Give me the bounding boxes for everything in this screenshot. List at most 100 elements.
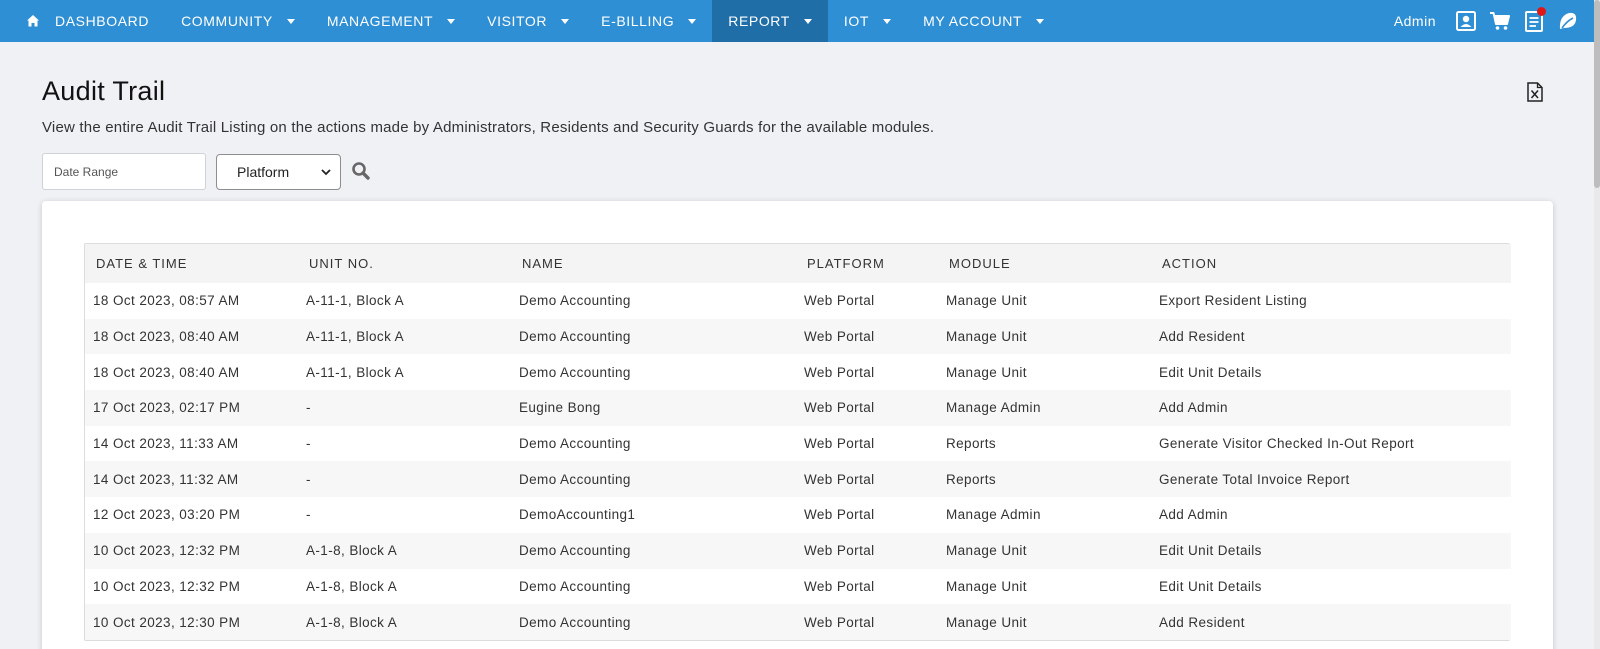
cell-platform: Web Portal bbox=[796, 354, 938, 391]
search-button[interactable] bbox=[351, 161, 371, 181]
cell-platform: Web Portal bbox=[796, 461, 938, 498]
cell-platform: Web Portal bbox=[796, 283, 938, 319]
cell-platform: Web Portal bbox=[796, 497, 938, 533]
nav-item-iot[interactable]: IOT bbox=[828, 0, 907, 42]
cell-module: Manage Admin bbox=[938, 497, 1151, 533]
table-row: 17 Oct 2023, 02:17 PM - Eugine Bong Web … bbox=[85, 390, 1511, 426]
nav-item-label: DASHBOARD bbox=[55, 13, 150, 29]
table-row: 18 Oct 2023, 08:40 AM A-11-1, Block A De… bbox=[85, 318, 1511, 355]
cell-action: Generate Visitor Checked In-Out Report bbox=[1151, 425, 1511, 462]
nav-item-e-billing[interactable]: E-BILLING bbox=[585, 0, 712, 42]
caret-down-icon bbox=[447, 18, 456, 24]
cell-name: Eugine Bong bbox=[511, 390, 796, 426]
table-row: 10 Oct 2023, 12:30 PM A-1-8, Block A Dem… bbox=[85, 604, 1511, 640]
cell-date-time: 18 Oct 2023, 08:57 AM bbox=[85, 283, 298, 319]
page-description: View the entire Audit Trail Listing on t… bbox=[42, 119, 935, 136]
cell-unit-no: - bbox=[298, 390, 511, 426]
cell-platform: Web Portal bbox=[796, 318, 938, 355]
nav-item-management[interactable]: MANAGEMENT bbox=[311, 0, 471, 42]
notification-dot bbox=[1537, 7, 1546, 16]
nav-right: Admin bbox=[1394, 0, 1594, 42]
table-row: 10 Oct 2023, 12:32 PM A-1-8, Block A Dem… bbox=[85, 568, 1511, 605]
table-header-row: DATE & TIME UNIT NO. NAME PLATFORM MODUL… bbox=[85, 244, 1511, 283]
column-header-date-time[interactable]: DATE & TIME bbox=[85, 244, 298, 283]
cell-unit-no: A-11-1, Block A bbox=[298, 318, 511, 355]
cell-date-time: 10 Oct 2023, 12:32 PM bbox=[85, 532, 298, 569]
cell-unit-no: - bbox=[298, 497, 511, 533]
cell-action: Edit Unit Details bbox=[1151, 532, 1511, 569]
caret-down-icon bbox=[883, 18, 892, 24]
caret-down-icon bbox=[803, 18, 812, 24]
cell-module: Manage Unit bbox=[938, 604, 1151, 640]
cell-name: Demo Accounting bbox=[511, 283, 796, 319]
cell-date-time: 10 Oct 2023, 12:32 PM bbox=[85, 568, 298, 605]
cell-name: Demo Accounting bbox=[511, 461, 796, 498]
nav-item-dashboard[interactable]: DASHBOARD bbox=[0, 0, 165, 42]
cell-name: Demo Accounting bbox=[511, 532, 796, 569]
column-header-platform[interactable]: PLATFORM bbox=[796, 244, 938, 283]
audit-table: DATE & TIME UNIT NO. NAME PLATFORM MODUL… bbox=[85, 244, 1511, 640]
top-nav: DASHBOARD COMMUNITY MANAGEMENT VISITOR E… bbox=[0, 0, 1594, 42]
table-row: 14 Oct 2023, 11:32 AM - Demo Accounting … bbox=[85, 461, 1511, 498]
cell-unit-no: - bbox=[298, 461, 511, 498]
cell-date-time: 10 Oct 2023, 12:30 PM bbox=[85, 604, 298, 640]
nav-item-visitor[interactable]: VISITOR bbox=[471, 0, 585, 42]
cell-date-time: 14 Oct 2023, 11:32 AM bbox=[85, 461, 298, 498]
home-icon bbox=[27, 15, 39, 27]
table-row: 14 Oct 2023, 11:33 AM - Demo Accounting … bbox=[85, 425, 1511, 462]
cell-platform: Web Portal bbox=[796, 532, 938, 569]
cell-name: DemoAccounting1 bbox=[511, 497, 796, 533]
caret-down-icon bbox=[1036, 18, 1045, 24]
nav-item-label: MY ACCOUNT bbox=[923, 13, 1023, 29]
cell-date-time: 18 Oct 2023, 08:40 AM bbox=[85, 318, 298, 355]
caret-down-icon bbox=[688, 18, 697, 24]
date-range-input[interactable] bbox=[42, 153, 206, 190]
cell-platform: Web Portal bbox=[796, 425, 938, 462]
profile-icon[interactable] bbox=[1454, 9, 1478, 33]
cart-icon[interactable] bbox=[1488, 9, 1512, 33]
column-header-module[interactable]: MODULE bbox=[938, 244, 1151, 283]
search-icon bbox=[352, 162, 370, 180]
audit-table-container: DATE & TIME UNIT NO. NAME PLATFORM MODUL… bbox=[84, 243, 1511, 641]
cell-unit-no: A-1-8, Block A bbox=[298, 568, 511, 605]
chevron-down-icon bbox=[321, 169, 331, 176]
cell-platform: Web Portal bbox=[796, 568, 938, 605]
cell-action: Add Admin bbox=[1151, 390, 1511, 426]
cell-module: Manage Unit bbox=[938, 532, 1151, 569]
nav-item-report[interactable]: REPORT bbox=[712, 0, 828, 42]
column-header-action[interactable]: ACTION bbox=[1151, 244, 1511, 283]
nav-item-label: IOT bbox=[843, 13, 870, 29]
cell-unit-no: - bbox=[298, 425, 511, 462]
export-excel-button[interactable] bbox=[1526, 82, 1544, 102]
platform-select-value: Platform bbox=[237, 164, 290, 180]
column-header-name[interactable]: NAME bbox=[511, 244, 796, 283]
user-name[interactable]: Admin bbox=[1394, 13, 1436, 29]
cell-date-time: 12 Oct 2023, 03:20 PM bbox=[85, 497, 298, 533]
nav-item-my-account[interactable]: MY ACCOUNT bbox=[907, 0, 1060, 42]
column-header-unit-no[interactable]: UNIT NO. bbox=[298, 244, 511, 283]
nav-item-community[interactable]: COMMUNITY bbox=[165, 0, 311, 42]
platform-select[interactable]: Platform bbox=[216, 154, 341, 190]
cell-action: Add Resident bbox=[1151, 604, 1511, 640]
cell-name: Demo Accounting bbox=[511, 604, 796, 640]
cell-unit-no: A-1-8, Block A bbox=[298, 532, 511, 569]
cell-date-time: 14 Oct 2023, 11:33 AM bbox=[85, 425, 298, 462]
excel-file-icon bbox=[1527, 82, 1543, 102]
cell-action: Edit Unit Details bbox=[1151, 568, 1511, 605]
page-scrollbar-thumb[interactable] bbox=[1594, 0, 1600, 188]
cell-action: Add Admin bbox=[1151, 497, 1511, 533]
nav-item-label: COMMUNITY bbox=[181, 13, 273, 29]
cell-name: Demo Accounting bbox=[511, 568, 796, 605]
cell-action: Generate Total Invoice Report bbox=[1151, 461, 1511, 498]
cell-action: Edit Unit Details bbox=[1151, 354, 1511, 391]
nav-item-label: MANAGEMENT bbox=[326, 13, 434, 29]
leaf-icon[interactable] bbox=[1556, 9, 1580, 33]
caret-down-icon bbox=[286, 18, 295, 24]
page-title: Audit Trail bbox=[42, 76, 166, 106]
cell-platform: Web Portal bbox=[796, 604, 938, 640]
cell-date-time: 18 Oct 2023, 08:40 AM bbox=[85, 354, 298, 391]
table-row: 18 Oct 2023, 08:57 AM A-11-1, Block A De… bbox=[85, 283, 1511, 319]
document-icon[interactable] bbox=[1522, 7, 1546, 33]
cell-name: Demo Accounting bbox=[511, 425, 796, 462]
cell-module: Reports bbox=[938, 425, 1151, 462]
